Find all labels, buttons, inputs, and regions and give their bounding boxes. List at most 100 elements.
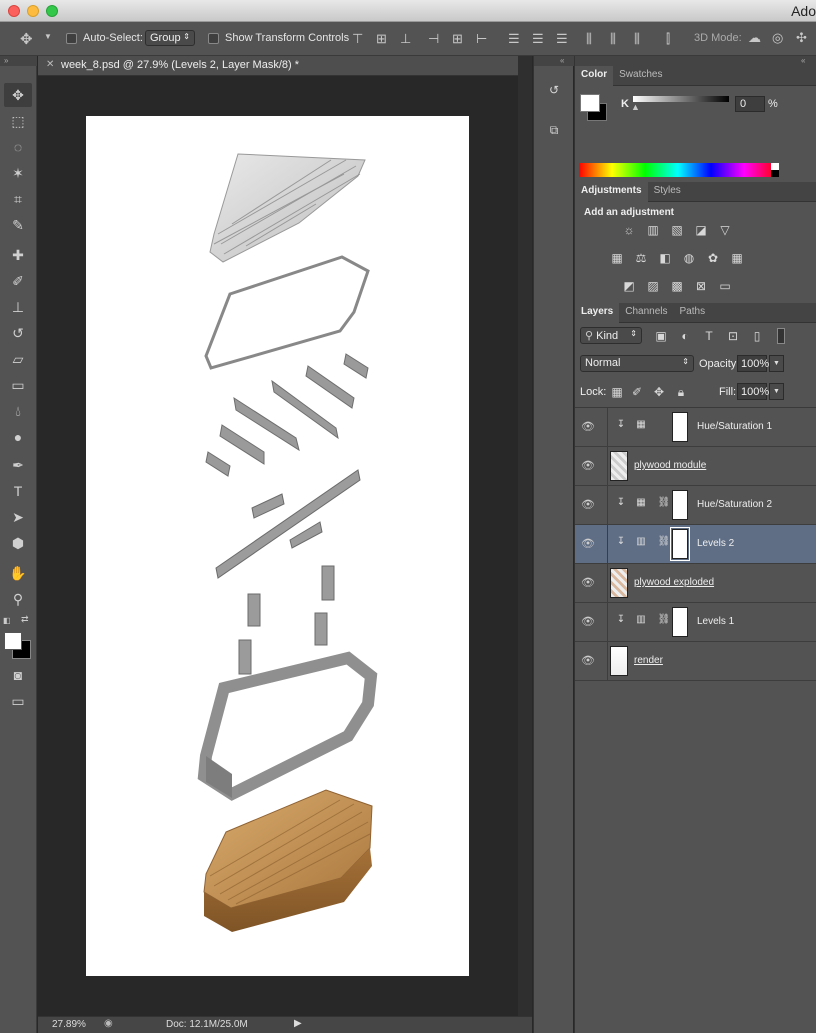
dock-collapse-icon[interactable]: «	[534, 56, 574, 66]
k-slider-handle-icon[interactable]: ▲	[631, 102, 640, 112]
layer-filter-kind-dropdown[interactable]: ⚲ Kind ⇕	[580, 327, 642, 344]
photo-filter-icon[interactable]: ◍	[681, 250, 697, 266]
layer-name[interactable]: Levels 2	[697, 538, 734, 549]
fill-chevron-icon[interactable]: ▼	[769, 383, 784, 400]
3d-roll-icon[interactable]: ◎	[772, 30, 783, 46]
lock-all-icon[interactable]: 🔒︎	[673, 384, 689, 400]
vertical-scrollbar[interactable]	[518, 56, 532, 1033]
document-canvas[interactable]	[86, 116, 469, 976]
zoom-level[interactable]: 27.89%	[52, 1019, 86, 1030]
close-tab-icon[interactable]: ✕	[46, 59, 54, 70]
layer-mask-thumb[interactable]	[672, 607, 688, 637]
lock-transparency-icon[interactable]: ▦	[609, 384, 625, 400]
auto-select-checkbox[interactable]	[66, 33, 77, 44]
visibility-eye-icon[interactable]: 👁︎	[581, 420, 599, 434]
spectrum-black-swatch[interactable]	[771, 170, 779, 177]
tab-styles[interactable]: Styles	[648, 182, 687, 202]
chevron-down-icon[interactable]: ▼	[44, 32, 52, 41]
layer-row[interactable]: 👁︎ ↧ ▥ ⛓ Levels 1	[575, 603, 816, 642]
mask-link-icon[interactable]: ⛓	[656, 614, 672, 628]
align-top-icon[interactable]: ⊤	[352, 31, 363, 47]
screen-mode-icon[interactable]: ▭	[4, 689, 32, 713]
layer-row[interactable]: 👁︎ ↧ ▦ ⛓ Hue/Saturation 2	[575, 486, 816, 525]
curves-icon[interactable]: ▧	[669, 222, 685, 238]
visibility-eye-icon[interactable]: 👁︎	[581, 654, 599, 668]
magic-wand-tool-icon[interactable]: ✶	[4, 161, 32, 185]
align-hcenter-icon[interactable]: ⊞	[452, 31, 463, 47]
layer-name[interactable]: plywood module	[634, 460, 706, 471]
visibility-eye-icon[interactable]: 👁︎	[581, 537, 599, 551]
layer-mask-thumb[interactable]	[672, 490, 688, 520]
layer-name[interactable]: Hue/Saturation 1	[697, 421, 772, 432]
move-tool-preset-icon[interactable]: ✥	[20, 30, 33, 48]
visibility-eye-icon[interactable]: 👁︎	[581, 498, 599, 512]
dock-collapse-right-icon[interactable]: «	[575, 56, 816, 66]
opacity-field[interactable]: 100%	[737, 355, 769, 372]
align-vcenter-icon[interactable]: ⊞	[376, 31, 387, 47]
show-transform-checkbox[interactable]	[208, 33, 219, 44]
k-slider-track[interactable]	[633, 96, 729, 102]
k-value-field[interactable]: 0	[735, 96, 765, 112]
history-panel-icon[interactable]: ↺	[546, 82, 562, 98]
pen-tool-icon[interactable]: ✒	[4, 453, 32, 477]
layer-thumb[interactable]	[610, 646, 628, 676]
brightness-contrast-icon[interactable]: ☼	[621, 222, 637, 238]
eyedropper-tool-icon[interactable]: ✎	[4, 213, 32, 237]
dodge-tool-icon[interactable]: ●	[4, 425, 32, 449]
filter-toggle[interactable]	[777, 328, 785, 344]
color-fg-swatch[interactable]	[580, 94, 600, 112]
layer-row[interactable]: 👁︎ render	[575, 642, 816, 681]
layer-name[interactable]: Hue/Saturation 2	[697, 499, 772, 510]
3d-panel-icon[interactable]: ⧉	[546, 122, 562, 138]
lock-pixels-icon[interactable]: ✐	[629, 384, 645, 400]
minimize-window-icon[interactable]	[27, 5, 39, 17]
gradient-map-icon[interactable]: ▭	[717, 278, 733, 294]
levels-adjustment-icon[interactable]: ▥	[645, 222, 661, 238]
tab-adjustments[interactable]: Adjustments	[575, 182, 648, 202]
document-tab[interactable]: ✕ week_8.psd @ 27.9% (Levels 2, Layer Ma…	[38, 56, 518, 76]
lock-position-icon[interactable]: ✥	[651, 384, 667, 400]
panel-collapse-icon[interactable]: »	[0, 56, 37, 66]
color-balance-icon[interactable]: ⚖	[633, 250, 649, 266]
healing-brush-tool-icon[interactable]: ✚	[4, 243, 32, 267]
color-spectrum-bar[interactable]	[579, 163, 777, 177]
auto-select-dropdown[interactable]: Group ⇕	[145, 30, 195, 46]
default-colors-icon[interactable]: ◧	[3, 616, 13, 626]
3d-pan-icon[interactable]: ✣	[796, 30, 807, 46]
marquee-tool-icon[interactable]: ⬚	[4, 109, 32, 133]
eraser-tool-icon[interactable]: ▱	[4, 347, 32, 371]
quick-mask-icon[interactable]: ◙	[4, 663, 32, 687]
align-bottom-icon[interactable]: ⊥	[400, 31, 411, 47]
filter-shape-icon[interactable]: ⊡	[725, 328, 741, 344]
distribute-left-icon[interactable]: ⫼	[586, 31, 592, 47]
swap-colors-icon[interactable]: ⇄	[21, 614, 31, 624]
layer-mask-thumb-active[interactable]	[670, 527, 690, 561]
distribute-top-icon[interactable]: ☰	[508, 31, 520, 47]
exposure-icon[interactable]: ◪	[693, 222, 709, 238]
mask-link-icon[interactable]: ⛓	[656, 497, 672, 511]
visibility-eye-icon[interactable]: 👁︎	[581, 459, 599, 473]
filter-pixel-icon[interactable]: ▣	[653, 328, 669, 344]
foreground-color-swatch[interactable]	[4, 632, 22, 650]
layer-row-selected[interactable]: 👁︎ ↧ ▥ ⛓ Levels 2	[575, 525, 816, 564]
blur-tool-icon[interactable]: 💧︎	[4, 399, 32, 423]
visibility-eye-icon[interactable]: 👁︎	[581, 576, 599, 590]
tab-paths[interactable]: Paths	[674, 303, 712, 323]
layer-row[interactable]: 👁︎ plywood module	[575, 447, 816, 486]
spectrum-white-swatch[interactable]	[771, 163, 779, 170]
distribute-vcenter-icon[interactable]: ☰	[532, 31, 544, 47]
brush-tool-icon[interactable]: ✐	[4, 269, 32, 293]
type-tool-icon[interactable]: T	[4, 479, 32, 503]
opacity-chevron-icon[interactable]: ▼	[769, 355, 784, 372]
align-left-icon[interactable]: ⊣	[428, 31, 439, 47]
tab-layers[interactable]: Layers	[575, 303, 620, 323]
zoom-tool-icon[interactable]: ⚲	[4, 587, 32, 611]
hue-saturation-adjustment-icon[interactable]: ▦	[609, 250, 625, 266]
move-tool-icon[interactable]: ✥	[4, 83, 32, 107]
status-menu-arrow-icon[interactable]: ▶	[294, 1018, 302, 1029]
path-selection-tool-icon[interactable]: ➤	[4, 505, 32, 529]
visibility-eye-icon[interactable]: 👁︎	[581, 615, 599, 629]
black-white-icon[interactable]: ◧	[657, 250, 673, 266]
clone-stamp-tool-icon[interactable]: ⊥	[4, 295, 32, 319]
fill-field[interactable]: 100%	[737, 383, 769, 400]
